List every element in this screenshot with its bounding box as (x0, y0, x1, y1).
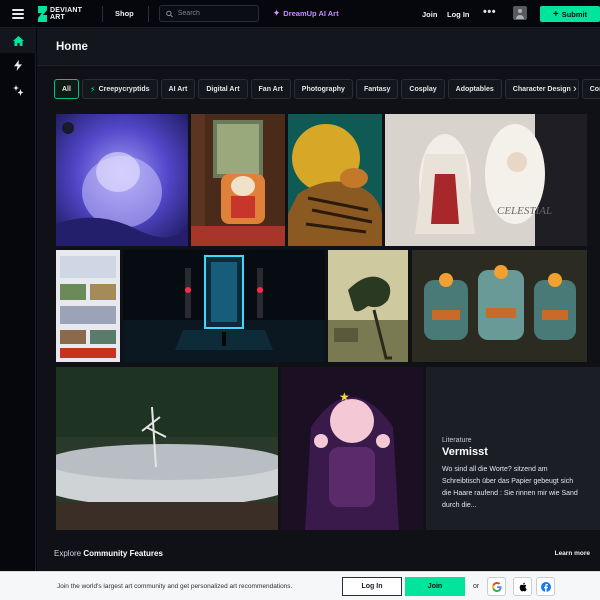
google-icon (491, 581, 502, 592)
top-bar: DEVIANTART Shop ✦ DreamUp AI Art Join Lo… (0, 0, 600, 28)
page-title: Home (56, 40, 88, 53)
menu-icon[interactable] (12, 8, 24, 19)
banner-login-button[interactable]: Log In (342, 577, 402, 596)
artwork-thumbnail[interactable] (191, 114, 285, 246)
svg-text:CELESTIAL: CELESTIAL (497, 205, 552, 217)
artwork-thumbnail[interactable] (56, 250, 120, 362)
search-box[interactable] (158, 5, 259, 22)
explore-prefix: Explore (54, 549, 82, 558)
divider (102, 5, 103, 22)
artwork-thumbnail[interactable] (288, 114, 382, 246)
logo-word-1: DEVIANT (50, 6, 83, 14)
artwork-thumbnail[interactable] (56, 114, 188, 246)
svg-text:★: ★ (339, 390, 350, 404)
chip-character-design[interactable]: Character Design (504, 79, 579, 99)
chip-adoptables[interactable]: Adoptables (447, 79, 502, 99)
shop-link[interactable]: Shop (115, 9, 134, 18)
artwork-thumbnail[interactable] (412, 250, 587, 362)
chip-ai-art[interactable]: AI Art (160, 79, 196, 99)
chevron-right-icon[interactable]: › (573, 83, 577, 95)
spark-icon (12, 85, 23, 96)
avatar[interactable] (513, 6, 527, 20)
artwork-image (288, 114, 382, 246)
search-icon (166, 10, 173, 17)
chip-fantasy[interactable]: Fantasy (355, 79, 399, 99)
plus-icon: + (552, 8, 559, 20)
or-label: or (473, 583, 480, 590)
explore-heading: Explore Community Features (54, 549, 163, 558)
google-login-button[interactable] (487, 577, 506, 596)
search-input[interactable] (177, 10, 258, 17)
chip-all[interactable]: All (54, 79, 79, 99)
logo-word-2: ART (50, 13, 65, 21)
artwork-image (56, 250, 120, 362)
artwork-image (412, 250, 587, 362)
banner-text: Join the world's largest art community a… (57, 582, 293, 590)
join-banner: Join the world's largest art community a… (0, 571, 600, 600)
literature-title: Vermisst (442, 446, 488, 458)
artwork-thumbnail[interactable]: ★ (281, 367, 423, 530)
artwork-thumbnail[interactable] (123, 250, 325, 362)
artwork-image (56, 367, 278, 530)
home-icon (12, 35, 24, 46)
dreamup-link[interactable]: ✦ DreamUp AI Art (273, 8, 339, 19)
literature-card[interactable]: Literature Vermisst Wo sind all die Wort… (426, 367, 600, 530)
artwork-image (123, 250, 325, 362)
divider (147, 5, 149, 22)
side-rail (0, 28, 36, 600)
banner-join-button[interactable]: Join (405, 577, 465, 596)
artwork-image: ★ (281, 367, 423, 530)
artwork-thumbnail[interactable] (328, 250, 408, 362)
chip-digital-art[interactable]: Digital Art (198, 79, 248, 99)
chip-comic[interactable]: Comic (581, 79, 600, 99)
logo-mark-icon (38, 5, 47, 22)
submit-label: Submit (561, 9, 588, 19)
chip-fan-art[interactable]: Fan Art (250, 79, 291, 99)
chip-label: Creepycryptids (98, 85, 150, 93)
apple-login-button[interactable] (513, 577, 532, 596)
literature-excerpt: Wo sind all die Worte? sitzend am Schrei… (442, 466, 578, 509)
artwork-thumbnail[interactable]: CELESTIAL (385, 114, 587, 246)
login-link[interactable]: Log In (447, 10, 470, 19)
artwork-thumbnail[interactable] (56, 367, 278, 530)
bolt-icon (14, 60, 22, 71)
bolt-icon: ⚡ (89, 84, 96, 94)
explore-title: Community Features (83, 549, 163, 558)
learn-more-link[interactable]: Learn more (555, 550, 590, 557)
artwork-image: CELESTIAL (385, 114, 587, 246)
artwork-image (328, 250, 408, 362)
literature-category: Literature (442, 437, 472, 444)
deviantart-logo[interactable]: DEVIANT ART (37, 4, 88, 24)
dreamup-icon: ✦ (272, 8, 281, 18)
page-header: Home (37, 28, 600, 66)
more-menu-icon[interactable]: ••• (483, 6, 496, 18)
chip-photography[interactable]: Photography (293, 79, 353, 99)
artwork-image (56, 114, 188, 246)
rail-home[interactable] (0, 28, 36, 53)
chip-creepycryptids[interactable]: ⚡ Creepycryptids (81, 79, 158, 99)
rail-discover[interactable] (0, 78, 36, 103)
category-chips: All ⚡ Creepycryptids AI Art Digital Art F… (54, 79, 600, 99)
rail-watch[interactable] (0, 53, 36, 78)
main-content: Home All ⚡ Creepycryptids AI Art Digital … (37, 28, 600, 600)
artwork-image (191, 114, 285, 246)
join-link[interactable]: Join (422, 10, 437, 19)
apple-icon (519, 582, 527, 591)
facebook-icon (540, 581, 551, 592)
chip-cosplay[interactable]: Cosplay (401, 79, 445, 99)
facebook-login-button[interactable] (536, 577, 555, 596)
dreamup-label: DreamUp AI Art (283, 9, 339, 18)
submit-button[interactable]: + Submit (540, 6, 600, 22)
